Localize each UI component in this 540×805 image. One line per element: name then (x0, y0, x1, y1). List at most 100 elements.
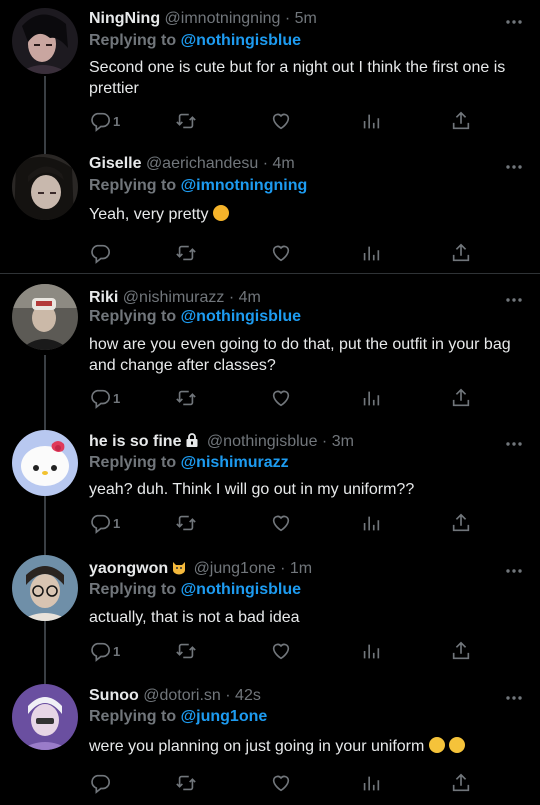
reply-count: 1 (113, 113, 121, 129)
tweet-text-container: Yeah, very pretty (89, 204, 519, 225)
avatar[interactable] (12, 284, 78, 350)
reply-count: 1 (113, 643, 121, 659)
analytics-button[interactable] (360, 512, 382, 534)
display-name[interactable]: NingNing (89, 10, 160, 27)
retweet-button[interactable] (175, 640, 197, 662)
tweet-text: how are you even going to do that, put t… (89, 336, 511, 374)
more-icon[interactable] (505, 563, 523, 573)
mention-link[interactable]: @nothingisblue (181, 581, 301, 598)
tweet[interactable]: he is so fine @nothingisblue · 3m Replyi… (0, 420, 540, 548)
timestamp[interactable]: 4m (272, 155, 294, 172)
share-button[interactable] (450, 512, 472, 534)
like-button[interactable] (270, 110, 292, 132)
retweet-button[interactable] (175, 242, 197, 264)
avatar[interactable] (12, 684, 78, 750)
avatar[interactable] (12, 8, 78, 74)
retweet-button[interactable] (175, 772, 197, 794)
handle[interactable]: @nothingisblue (207, 433, 318, 450)
action-bar (89, 242, 472, 264)
timestamp[interactable]: 1m (290, 560, 312, 577)
display-name[interactable]: Giselle (89, 155, 141, 172)
tweet[interactable]: Sunoo @dotori.sn · 42s Replying to @jung… (0, 676, 540, 805)
handle[interactable]: @aerichandesu (146, 155, 258, 172)
retweet-button[interactable] (175, 387, 197, 409)
timestamp[interactable]: 42s (235, 687, 261, 704)
like-icon (272, 643, 290, 660)
mention-link[interactable]: @nishimurazz (181, 454, 289, 471)
retweet-icon (176, 245, 196, 261)
like-button[interactable] (270, 512, 292, 534)
mention-link[interactable]: @imnotningning (181, 177, 308, 194)
like-button[interactable] (270, 242, 292, 264)
tweet-header: Giselle @aerichandesu · 4m (89, 155, 295, 172)
tweet[interactable]: NingNing @imnotningning · 5m Replying to… (0, 0, 540, 150)
smiling-hearts-emoji (212, 205, 229, 221)
action-bar (89, 772, 472, 794)
timestamp[interactable]: 5m (295, 10, 317, 27)
share-icon (452, 243, 470, 262)
share-button[interactable] (450, 110, 472, 132)
analytics-button[interactable] (360, 110, 382, 132)
handle[interactable]: @dotori.sn (143, 687, 221, 704)
share-button[interactable] (450, 387, 472, 409)
reply-button[interactable]: 1 (89, 387, 120, 409)
replying-prefix: Replying to (89, 708, 177, 725)
like-icon (272, 390, 290, 407)
retweet-button[interactable] (175, 512, 197, 534)
mention-link[interactable]: @nothingisblue (181, 32, 301, 49)
reply-icon (91, 514, 110, 534)
handle[interactable]: @nishimurazz (123, 289, 225, 306)
avatar[interactable] (12, 430, 78, 496)
retweet-button[interactable] (175, 110, 197, 132)
avatar[interactable] (12, 555, 78, 621)
reply-button[interactable]: 1 (89, 512, 120, 534)
tweet-header: yaongwon @jung1one · 1m (89, 559, 500, 581)
display-name[interactable]: Riki (89, 289, 118, 306)
like-icon (272, 113, 290, 130)
tweet[interactable]: Giselle @aerichandesu · 4m Replying to @… (0, 150, 540, 273)
replying-prefix: Replying to (89, 454, 177, 471)
analytics-button[interactable] (360, 640, 382, 662)
reply-button[interactable]: 1 (89, 640, 120, 662)
like-icon (272, 515, 290, 532)
analytics-button[interactable] (360, 242, 382, 264)
analytics-icon (363, 391, 380, 406)
handle[interactable]: @imnotningning (165, 10, 281, 27)
reply-icon (91, 244, 110, 264)
tweet[interactable]: yaongwon @jung1one · 1m Replying to @not… (0, 548, 540, 676)
more-icon[interactable] (505, 14, 523, 24)
display-name[interactable]: Sunoo (89, 687, 139, 704)
more-icon[interactable] (505, 292, 523, 302)
like-button[interactable] (270, 387, 292, 409)
reply-button[interactable] (89, 242, 113, 264)
reply-button[interactable]: 1 (89, 110, 120, 132)
reply-button[interactable] (89, 772, 113, 794)
replying-to: Replying to @nishimurazz (89, 453, 289, 473)
timestamp[interactable]: 3m (332, 433, 354, 450)
display-name[interactable]: he is so fine (89, 433, 181, 450)
avatar[interactable] (12, 154, 78, 220)
more-icon[interactable] (505, 436, 523, 446)
more-icon[interactable] (505, 690, 523, 700)
tweet-text-container: were you planning on just going in your … (89, 736, 519, 757)
share-button[interactable] (450, 640, 472, 662)
like-icon (272, 245, 290, 262)
tweet-header: he is so fine @nothingisblue · 3m (89, 432, 500, 454)
tweet[interactable]: Riki @nishimurazz · 4m Replying to @noth… (0, 274, 540, 420)
like-button[interactable] (270, 640, 292, 662)
share-button[interactable] (450, 772, 472, 794)
share-button[interactable] (450, 242, 472, 264)
analytics-button[interactable] (360, 387, 382, 409)
analytics-button[interactable] (360, 772, 382, 794)
action-bar: 1 (89, 640, 472, 662)
more-icon[interactable] (505, 159, 523, 169)
share-icon (452, 111, 470, 130)
tweet-text: Second one is cute but for a night out I… (89, 59, 506, 97)
mention-link[interactable]: @nothingisblue (181, 308, 301, 325)
handle[interactable]: @jung1one (194, 560, 276, 577)
like-button[interactable] (270, 772, 292, 794)
mention-link[interactable]: @jung1one (181, 708, 268, 725)
grimacing-emoji (428, 737, 445, 753)
display-name[interactable]: yaongwon (89, 560, 168, 577)
timestamp[interactable]: 4m (239, 289, 261, 306)
